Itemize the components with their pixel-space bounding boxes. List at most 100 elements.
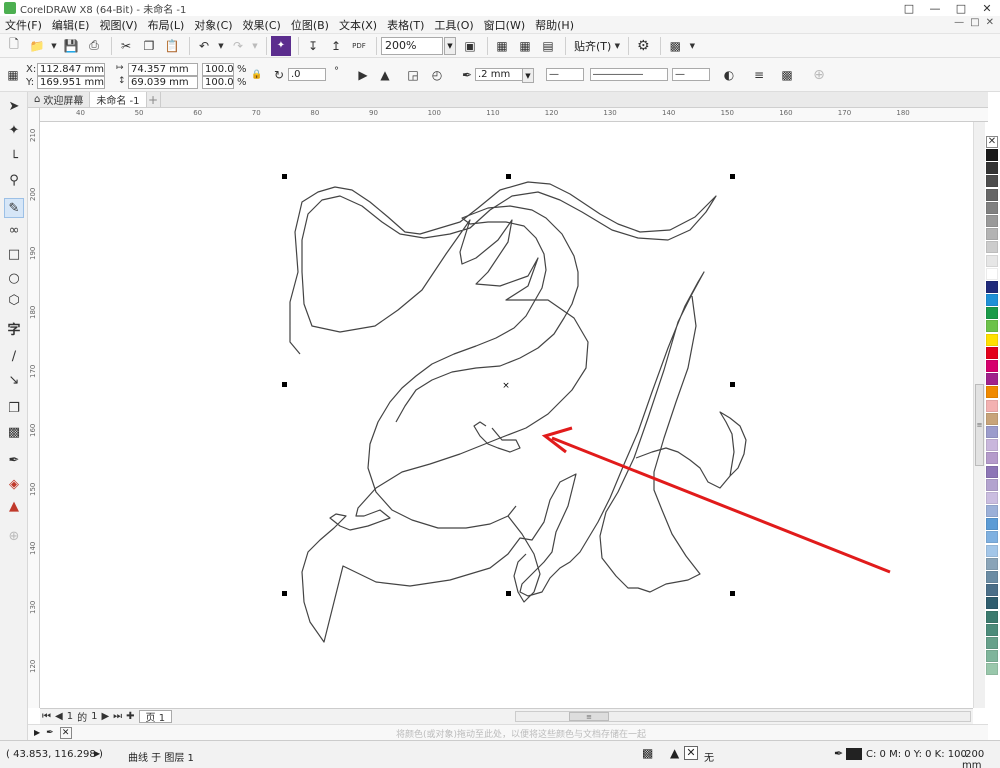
dropdown-arrow-icon[interactable]: ▼	[50, 36, 58, 56]
vertical-scroll-thumb[interactable]: ≡	[975, 384, 984, 466]
lizard-inner-curve[interactable]	[367, 205, 579, 529]
add-page-icon[interactable]: ✚	[126, 711, 134, 722]
maximize-button[interactable]: □	[948, 0, 974, 16]
tab-welcome-screen[interactable]: ⌂ 欢迎屏幕	[28, 92, 91, 107]
color-swatch[interactable]	[986, 597, 998, 610]
close-curve-icon[interactable]: ◐	[720, 66, 738, 84]
start-arrowhead-select[interactable]: —	[546, 68, 584, 81]
scale-width-field[interactable]: 100.0	[202, 63, 234, 76]
crop-tool-icon[interactable]: └	[4, 148, 24, 168]
scale-height-field[interactable]: 100.0	[202, 76, 234, 89]
color-swatch[interactable]	[986, 636, 998, 649]
drop-shadow-icon[interactable]: ❐	[4, 398, 24, 418]
doc-close-button[interactable]: ✕	[986, 17, 994, 28]
copy-icon[interactable]: ❐	[139, 36, 159, 56]
zoom-level-field[interactable]: 200%	[381, 36, 443, 55]
color-swatch[interactable]	[986, 201, 998, 214]
ellipse-tool-icon[interactable]: ○	[4, 268, 24, 288]
color-swatch[interactable]	[986, 267, 998, 280]
undo-icon[interactable]: ↶	[194, 36, 214, 56]
color-swatch[interactable]	[986, 557, 998, 570]
handle-bottom-center[interactable]	[506, 591, 511, 596]
handle-bottom-left[interactable]	[282, 591, 287, 596]
horizontal-scrollbar[interactable]: ≡	[515, 711, 971, 722]
color-swatch[interactable]	[986, 518, 998, 531]
menu-file[interactable]: 文件(F)	[0, 17, 47, 33]
mirror-horizontal-icon[interactable]: ▶	[354, 66, 372, 84]
last-page-icon[interactable]: ⏭	[113, 711, 122, 722]
color-swatch[interactable]	[986, 465, 998, 478]
undo-dropdown-icon[interactable]: ▼	[217, 36, 225, 56]
center-marker-icon[interactable]: ×	[502, 381, 510, 391]
print-icon[interactable]: ⎙	[84, 36, 104, 56]
doc-minimize-button[interactable]: —	[954, 17, 964, 28]
save-icon[interactable]: 💾	[61, 36, 81, 56]
color-swatch[interactable]	[986, 307, 998, 320]
color-swatch[interactable]	[986, 241, 998, 254]
outline-width-field[interactable]: .2 mm	[475, 68, 523, 81]
options-gear-icon[interactable]: ⚙	[633, 36, 653, 56]
minimize-button[interactable]: —	[922, 0, 948, 16]
transparency-icon[interactable]: ▩	[778, 66, 796, 84]
transparency-tool-icon[interactable]: ▩	[4, 422, 24, 442]
redo-dropdown-icon[interactable]: ▼	[251, 36, 259, 56]
show-grid-icon[interactable]: ▦	[515, 36, 535, 56]
object-origin-icon[interactable]: ▦	[4, 66, 22, 84]
color-swatch[interactable]	[986, 360, 998, 372]
pick-tool-icon[interactable]: ➤	[4, 96, 24, 116]
open-folder-icon[interactable]: 📁	[27, 36, 47, 56]
color-swatch[interactable]	[986, 623, 998, 636]
color-swatch[interactable]	[986, 412, 998, 425]
interactive-fill-icon[interactable]: ◈	[4, 474, 24, 494]
no-color-small-icon[interactable]: ✕	[59, 726, 72, 739]
doc-restore-button[interactable]: □	[970, 17, 979, 28]
drawing-canvas[interactable]: ×	[40, 122, 973, 708]
color-swatch[interactable]	[986, 254, 998, 267]
menu-text[interactable]: 文本(X)	[334, 17, 382, 33]
smart-fill-icon[interactable]: ▲	[4, 496, 24, 516]
menu-table[interactable]: 表格(T)	[382, 17, 429, 33]
shape-tool-icon[interactable]: ✦	[4, 120, 24, 140]
color-swatch[interactable]	[986, 214, 998, 227]
fill-bucket-icon[interactable]: ▲	[670, 746, 679, 760]
connector-tool-icon[interactable]: ↘	[4, 370, 24, 390]
add-tool-icon[interactable]: ⊕	[4, 526, 24, 546]
polygon-tool-icon[interactable]: ⬡	[4, 290, 24, 310]
color-swatch[interactable]	[986, 425, 998, 438]
lock-ratio-icon[interactable]: 🔒	[248, 66, 266, 84]
text-tool-icon[interactable]: 字	[4, 318, 24, 338]
reduce-nodes-icon[interactable]: ◴	[428, 66, 446, 84]
vertical-scrollbar[interactable]: ≡	[973, 122, 985, 708]
wrap-text-icon[interactable]: ≡	[750, 66, 768, 84]
full-screen-icon[interactable]: ▣	[460, 36, 480, 56]
color-swatch[interactable]	[986, 571, 998, 583]
menu-layout[interactable]: 布局(L)	[143, 17, 190, 33]
x-position-field[interactable]: 112.847 mm	[37, 63, 105, 76]
color-swatch[interactable]	[986, 188, 998, 201]
cut-icon[interactable]: ✂	[116, 36, 136, 56]
redo-icon[interactable]: ↷	[228, 36, 248, 56]
lizard-foreleg-left[interactable]	[473, 421, 521, 453]
color-swatch[interactable]	[986, 346, 998, 359]
lizard-outline[interactable]	[289, 181, 747, 643]
end-arrowhead-select[interactable]: —	[672, 68, 710, 81]
color-swatch[interactable]	[986, 280, 998, 293]
mirror-vertical-icon[interactable]: ▲	[376, 66, 394, 84]
prev-page-icon[interactable]: ◀	[55, 711, 63, 722]
node-edit-icon[interactable]: ◲	[404, 66, 422, 84]
menu-edit[interactable]: 编辑(E)	[47, 17, 95, 33]
color-proof-icon[interactable]: ▩	[642, 746, 653, 760]
export-icon[interactable]: ↥	[326, 36, 346, 56]
y-position-field[interactable]: 169.951 mm	[37, 76, 105, 89]
horizontal-scroll-thumb[interactable]: ≡	[569, 712, 609, 721]
handle-bottom-right[interactable]	[730, 591, 735, 596]
color-swatch[interactable]	[986, 452, 998, 465]
horizontal-ruler[interactable]: 40 50 60 70 80 90 100 110 120 130 140 150 160 170 180	[40, 108, 988, 122]
color-swatch[interactable]	[986, 610, 998, 623]
page-tab-1[interactable]: 页 1	[138, 710, 173, 724]
import-icon[interactable]: ↧	[303, 36, 323, 56]
restore-icon[interactable]: □	[896, 0, 922, 16]
vertical-ruler[interactable]: 210 200 190 180 170 160 150 140 130 120	[28, 108, 40, 708]
handle-top-center[interactable]	[506, 174, 511, 179]
line-style-select[interactable]: ―――――	[590, 68, 668, 81]
